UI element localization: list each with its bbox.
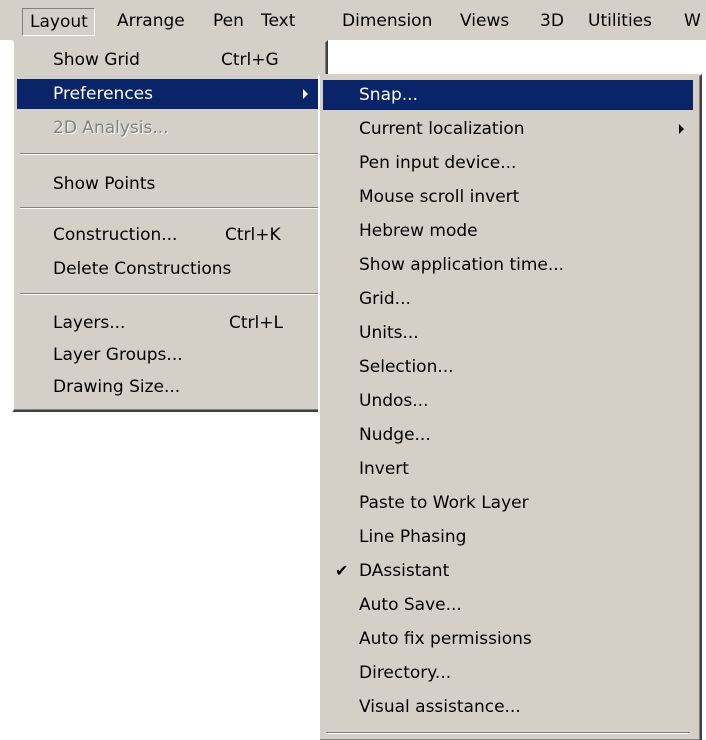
layout-menu: Show Grid Ctrl+G Preferences 2D Analysis… bbox=[12, 40, 328, 412]
menu-item-layer-groups[interactable]: Layer Groups... bbox=[17, 340, 319, 370]
menu-item-label: Construction... bbox=[53, 225, 178, 245]
submenu-arrow-icon bbox=[679, 124, 684, 134]
menu-item-preferences[interactable]: Preferences bbox=[17, 79, 319, 109]
menu-item-construction[interactable]: Construction... Ctrl+K bbox=[17, 220, 319, 250]
menu-bar: Layout Arrange Pen Text Dimension Views … bbox=[0, 0, 706, 41]
menu-item-show-points[interactable]: Show Points bbox=[17, 169, 319, 199]
shortcut-label: Ctrl+L bbox=[229, 313, 283, 333]
menu-item-label: Auto Save... bbox=[359, 595, 462, 615]
menu-item-grid[interactable]: Grid... bbox=[323, 284, 693, 314]
shortcut-label: Ctrl+K bbox=[225, 225, 281, 245]
menu-text[interactable]: Text bbox=[261, 8, 295, 34]
menu-item-label: Directory... bbox=[359, 663, 452, 683]
menu-item-label: Auto fix permissions bbox=[359, 629, 532, 649]
checkmark-icon: ✔ bbox=[335, 561, 349, 580]
menu-item-auto-save[interactable]: Auto Save... bbox=[323, 590, 693, 620]
menu-item-label: Grid... bbox=[359, 289, 411, 309]
shortcut-label: Ctrl+G bbox=[221, 50, 279, 70]
menu-3d[interactable]: 3D bbox=[540, 8, 564, 34]
menu-item-show-application-time[interactable]: Show application time... bbox=[323, 250, 693, 280]
menu-item-current-localization[interactable]: Current localization bbox=[323, 114, 693, 144]
menu-item-units[interactable]: Units... bbox=[323, 318, 693, 348]
menu-item-label: Visual assistance... bbox=[359, 697, 521, 717]
menu-dimension[interactable]: Dimension bbox=[342, 8, 432, 34]
menu-window-partial[interactable]: W bbox=[684, 8, 701, 34]
menu-item-delete-constructions[interactable]: Delete Constructions bbox=[17, 254, 319, 284]
menu-item-nudge[interactable]: Nudge... bbox=[323, 420, 693, 450]
menu-item-label: DAssistant bbox=[359, 561, 450, 581]
preferences-submenu: Snap... Current localization Pen input d… bbox=[318, 74, 702, 740]
menu-item-label: Selection... bbox=[359, 357, 454, 377]
menu-item-label: Drawing Size... bbox=[53, 377, 181, 397]
menu-item-visual-assistance[interactable]: Visual assistance... bbox=[323, 692, 693, 722]
menu-item-label: Layer Groups... bbox=[53, 345, 183, 365]
menu-item-label: Preferences bbox=[53, 84, 153, 104]
menu-item-label: Snap... bbox=[359, 85, 418, 105]
menu-item-invert[interactable]: Invert bbox=[323, 454, 693, 484]
menu-item-label: Delete Constructions bbox=[53, 259, 232, 279]
menu-item-label: Pen input device... bbox=[359, 153, 517, 173]
menu-item-2d-analysis[interactable]: 2D Analysis... bbox=[17, 113, 319, 143]
menu-item-label: Current localization bbox=[359, 119, 525, 139]
menu-item-line-phasing[interactable]: Line Phasing bbox=[323, 522, 693, 552]
menu-item-show-grid[interactable]: Show Grid Ctrl+G bbox=[17, 45, 319, 75]
submenu-arrow-icon bbox=[303, 89, 308, 99]
menu-item-label: 2D Analysis... bbox=[53, 118, 169, 138]
menu-item-paste-to-work-layer[interactable]: Paste to Work Layer bbox=[323, 488, 693, 518]
menu-item-hebrew-mode[interactable]: Hebrew mode bbox=[323, 216, 693, 246]
menu-item-selection[interactable]: Selection... bbox=[323, 352, 693, 382]
menu-item-mouse-scroll-invert[interactable]: Mouse scroll invert bbox=[323, 182, 693, 212]
menu-item-label: Nudge... bbox=[359, 425, 431, 445]
menu-item-label: Line Phasing bbox=[359, 527, 467, 547]
menu-item-undos[interactable]: Undos... bbox=[323, 386, 693, 416]
menu-item-label: Undos... bbox=[359, 391, 429, 411]
menu-item-auto-fix-permissions[interactable]: Auto fix permissions bbox=[323, 624, 693, 654]
menu-arrange[interactable]: Arrange bbox=[117, 8, 185, 34]
menu-item-label: Invert bbox=[359, 459, 409, 479]
menu-item-directory[interactable]: Directory... bbox=[323, 658, 693, 688]
menu-item-label: Show Points bbox=[53, 174, 156, 194]
menu-item-layers[interactable]: Layers... Ctrl+L bbox=[17, 308, 319, 338]
menu-layout[interactable]: Layout bbox=[22, 8, 95, 36]
menu-item-label: Show Grid bbox=[53, 50, 140, 70]
menu-views[interactable]: Views bbox=[460, 8, 509, 34]
menu-item-label: Paste to Work Layer bbox=[359, 493, 529, 513]
menu-pen[interactable]: Pen bbox=[213, 8, 244, 34]
menu-item-dassistant[interactable]: ✔ DAssistant bbox=[323, 556, 693, 586]
menu-item-pen-input-device[interactable]: Pen input device... bbox=[323, 148, 693, 178]
menu-separator bbox=[326, 732, 690, 734]
menu-utilities[interactable]: Utilities bbox=[588, 8, 652, 34]
menu-item-label: Mouse scroll invert bbox=[359, 187, 520, 207]
menu-item-label: Hebrew mode bbox=[359, 221, 478, 241]
menu-item-drawing-size[interactable]: Drawing Size... bbox=[17, 372, 319, 402]
menu-item-label: Show application time... bbox=[359, 255, 565, 275]
menu-separator bbox=[20, 153, 318, 155]
menu-item-label: Layers... bbox=[53, 313, 126, 333]
menu-separator bbox=[20, 293, 318, 295]
menu-separator bbox=[20, 207, 318, 209]
menu-item-label: Units... bbox=[359, 323, 419, 343]
menu-item-snap[interactable]: Snap... bbox=[323, 80, 693, 110]
